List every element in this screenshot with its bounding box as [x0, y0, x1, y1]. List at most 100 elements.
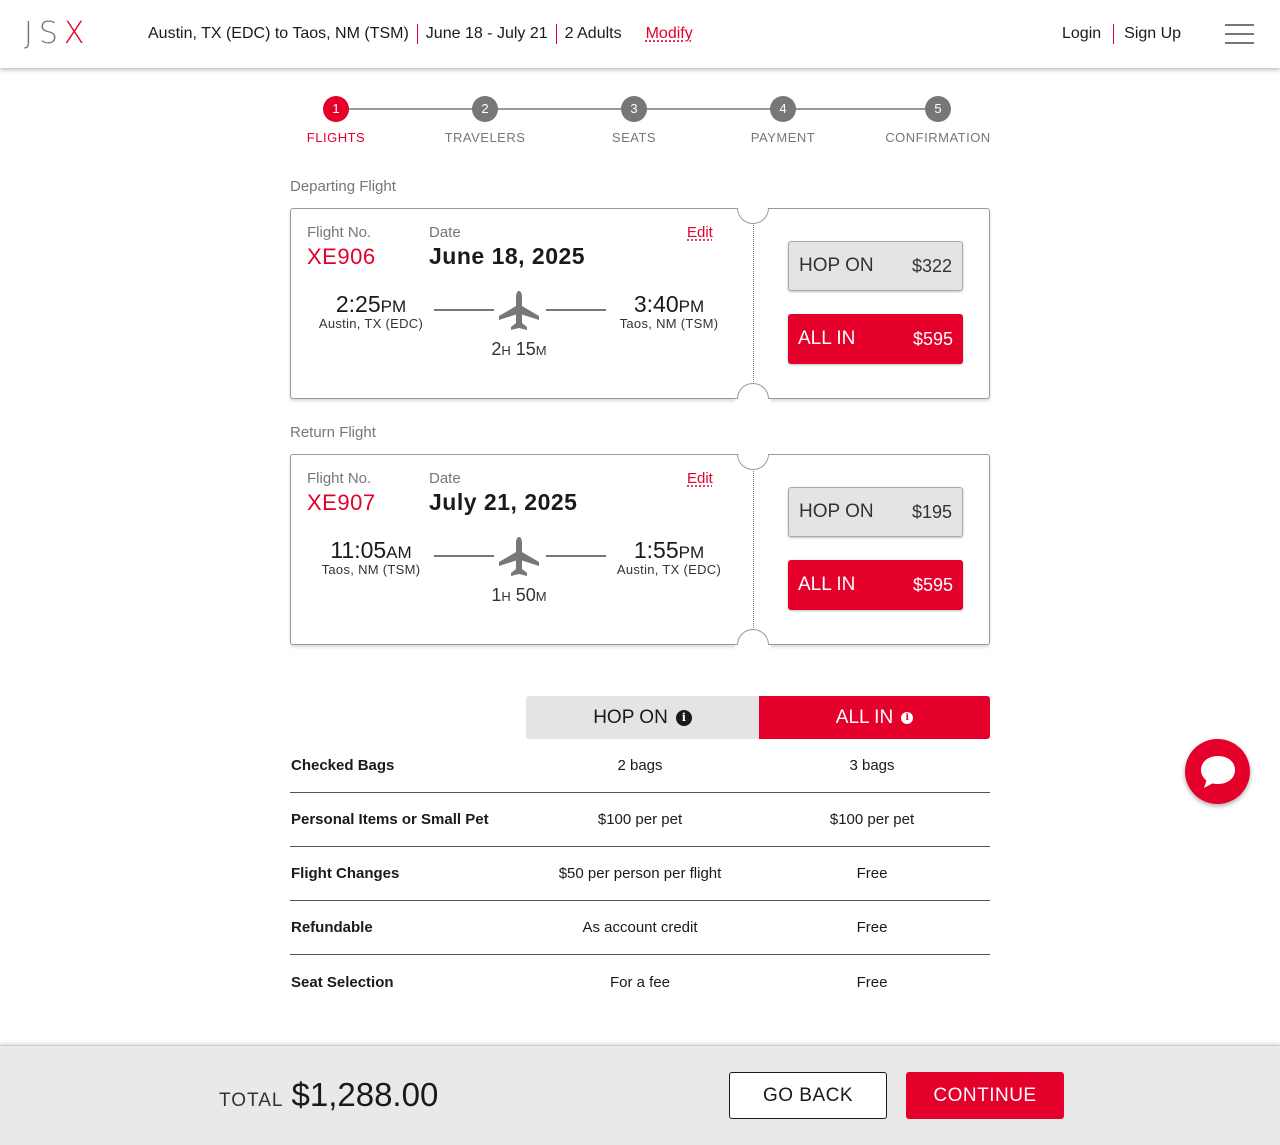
ticket-perforation	[753, 225, 754, 382]
trip-dates: June 18 - July 21	[425, 25, 548, 42]
hop-on-value: For a fee	[609, 973, 671, 991]
hop-on-fare-button[interactable]: HOP ON $195	[788, 487, 963, 537]
fare-label: HOP ON	[799, 255, 874, 276]
departing-flight-label: Departing Flight	[290, 178, 396, 195]
date-label: Date	[429, 470, 461, 487]
flight-no-label: Flight No.	[307, 224, 372, 241]
signup-link[interactable]: Sign Up	[1124, 25, 1181, 43]
table-row: Checked Bags 2 bags 3 bags	[290, 739, 990, 793]
checkout-footer: TOTAL $1,288.00 GO BACK CONTINUE	[0, 1045, 1280, 1145]
arrival-time: 3:40PM	[633, 291, 705, 317]
modify-link[interactable]: Modify	[646, 25, 693, 43]
hop-on-fare-button[interactable]: HOP ON $322	[788, 241, 963, 291]
arrival-info: 3:40PM Taos, NM (TSM)	[589, 291, 749, 331]
hop-on-value: $100 per pet	[597, 811, 683, 828]
trip-route: Austin, TX (EDC) to Taos, NM (TSM)	[148, 25, 409, 42]
all-in-value: Free	[856, 919, 888, 936]
trip-passengers: 2 Adults	[564, 25, 622, 42]
hop-on-column-header[interactable]: HOP ON i	[526, 696, 759, 739]
departing-flight-card: Flight No. XE906 Date June 18, 2025 Edit…	[290, 191, 990, 416]
table-row: Personal Items or Small Pet $100 per pet…	[290, 793, 990, 847]
fare-comparison-header: HOP ON i ALL IN i	[526, 696, 990, 739]
return-flight-label: Return Flight	[290, 424, 376, 441]
route-line	[434, 555, 494, 557]
feature-name: Refundable	[291, 919, 373, 936]
logo-x: X	[63, 15, 91, 51]
jsx-logo[interactable]: JS X	[24, 15, 91, 51]
table-row: Refundable As account credit Free	[290, 901, 990, 955]
route-line	[434, 309, 494, 311]
feature-name: Seat Selection	[291, 973, 394, 991]
flight-duration: 2H 15M	[491, 339, 547, 359]
ticket-perforation	[753, 471, 754, 628]
flight-number: XE906	[307, 244, 376, 269]
step-seats[interactable]: 3 SEATS	[574, 96, 694, 145]
all-in-fare-button[interactable]: ALL IN $595	[788, 314, 963, 364]
hop-on-value: As account credit	[582, 919, 698, 936]
divider	[416, 24, 418, 44]
step-number: 4	[770, 96, 796, 122]
chat-button[interactable]	[1185, 739, 1250, 804]
step-number: 5	[925, 96, 951, 122]
step-number: 3	[621, 96, 647, 122]
step-payment[interactable]: 4 PAYMENT	[723, 96, 843, 145]
go-back-button[interactable]: GO BACK	[729, 1072, 887, 1119]
airplane-icon	[499, 291, 539, 330]
hamburger-menu-icon[interactable]	[1225, 24, 1254, 44]
departure-time: 2:25PM	[335, 291, 407, 317]
all-in-column-header[interactable]: ALL IN i	[759, 696, 990, 739]
edit-link[interactable]: Edit	[687, 224, 713, 241]
step-flights[interactable]: 1 FLIGHTS	[276, 96, 396, 145]
feature-name: Personal Items or Small Pet	[291, 811, 489, 828]
step-label: CONFIRMATION	[885, 130, 991, 145]
arrival-time: 1:55PM	[633, 537, 705, 563]
notch-cover	[735, 191, 771, 208]
column-header-label: ALL IN	[835, 706, 894, 728]
info-icon[interactable]: i	[901, 711, 914, 724]
logo-letters: JS	[24, 15, 64, 51]
arrival-city: Taos, NM (TSM)	[619, 316, 719, 331]
step-travelers[interactable]: 2 TRAVELERS	[425, 96, 545, 145]
table-row: Flight Changes $50 per person per flight…	[290, 847, 990, 901]
top-header: JS X Austin, TX (EDC) to Taos, NM (TSM) J…	[0, 0, 1280, 68]
flight-no-label: Flight No.	[307, 470, 372, 487]
login-link[interactable]: Login	[1062, 25, 1101, 43]
fare-comparison-table: Checked Bags 2 bags 3 bags Personal Item…	[290, 739, 990, 1009]
continue-button[interactable]: CONTINUE	[906, 1072, 1064, 1119]
flight-number: XE907	[307, 490, 376, 515]
edit-link[interactable]: Edit	[687, 470, 713, 487]
departure-city: Taos, NM (TSM)	[321, 562, 421, 577]
departure-city: Austin, TX (EDC)	[318, 316, 424, 331]
step-label: SEATS	[611, 130, 657, 145]
feature-name: Checked Bags	[291, 757, 395, 774]
notch-cover	[735, 645, 771, 662]
arrival-city: Austin, TX (EDC)	[616, 562, 722, 577]
all-in-fare-button[interactable]: ALL IN $595	[788, 560, 963, 610]
fare-price: $595	[912, 574, 953, 595]
trip-summary: Austin, TX (EDC) to Taos, NM (TSM) June …	[148, 24, 693, 44]
step-confirmation[interactable]: 5 CONFIRMATION	[878, 96, 998, 145]
flight-duration: 1H 50M	[491, 585, 547, 605]
fare-label: HOP ON	[799, 501, 874, 522]
step-label: TRAVELERS	[444, 130, 526, 145]
info-icon[interactable]: i	[675, 709, 692, 726]
step-label: FLIGHTS	[306, 130, 366, 145]
table-row: Seat Selection For a fee Free	[290, 955, 990, 1009]
departure-info: 11:05AM Taos, NM (TSM)	[291, 537, 451, 577]
arrival-info: 1:55PM Austin, TX (EDC)	[589, 537, 749, 577]
flight-date: June 18, 2025	[429, 243, 586, 269]
date-label: Date	[429, 224, 461, 241]
booking-stepper: 1 FLIGHTS 2 TRAVELERS 3 SEATS 4 PAYMENT …	[290, 96, 990, 156]
fare-label: ALL IN	[798, 328, 856, 349]
all-in-value: 3 bags	[849, 757, 895, 774]
divider	[555, 24, 557, 44]
notch-cover	[735, 437, 771, 454]
all-in-value: Free	[856, 865, 888, 882]
return-flight-card: Flight No. XE907 Date July 21, 2025 Edit…	[290, 437, 990, 662]
all-in-value: Free	[856, 973, 888, 991]
fare-price: $322	[911, 255, 952, 276]
hop-on-value: $50 per person per flight	[558, 865, 722, 882]
total-label: TOTAL	[219, 1090, 284, 1111]
chat-bubble-icon	[1200, 755, 1235, 788]
departure-time: 11:05AM	[330, 537, 412, 563]
